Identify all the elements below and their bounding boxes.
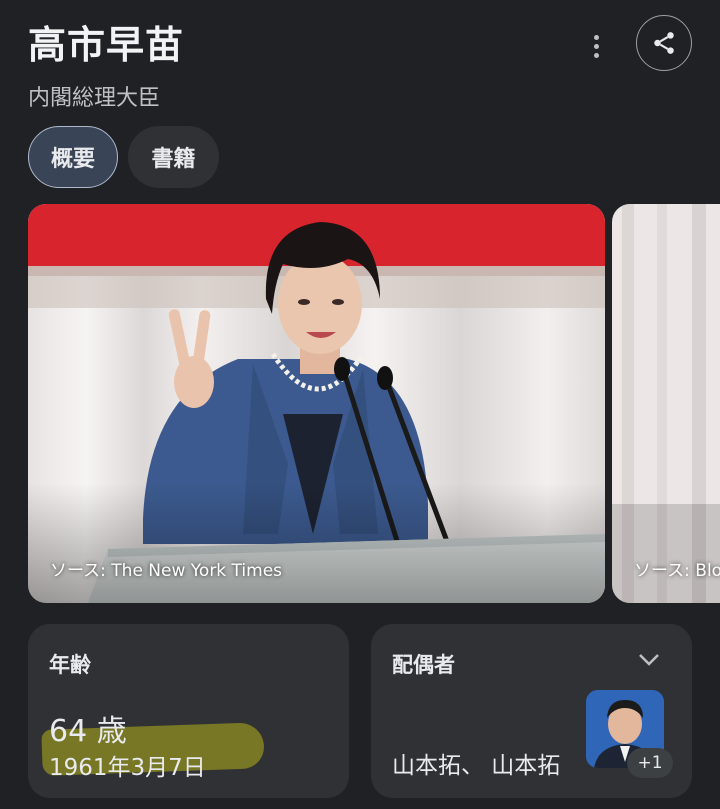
tab-books[interactable]: 書籍 xyxy=(128,126,219,188)
share-button[interactable] xyxy=(636,15,692,71)
spouse-card[interactable]: 配偶者 山本拓、 山本拓 +1 xyxy=(371,624,692,798)
image-source-label: ソース: The New York Times xyxy=(50,561,283,581)
tab-overview[interactable]: 概要 xyxy=(28,126,118,188)
dot xyxy=(593,52,599,58)
entity-title: 高市早苗 xyxy=(28,23,185,67)
age-card[interactable]: 年齢 64 歳 1961年3月7日 xyxy=(28,624,349,798)
spouse-label: 配偶者 xyxy=(392,653,455,677)
age-value: 64 歳 xyxy=(49,714,127,749)
secondary-photo[interactable]: ソース: Blo xyxy=(612,204,720,603)
age-label: 年齢 xyxy=(49,653,91,677)
main-photo[interactable]: ソース: The New York Times xyxy=(28,204,605,603)
image-source-label: ソース: Blo xyxy=(634,561,720,581)
photo-image xyxy=(612,204,720,603)
share-icon xyxy=(654,32,674,54)
birth-date: 1961年3月7日 xyxy=(49,755,206,781)
more-count-badge[interactable]: +1 xyxy=(627,748,673,778)
spouse-names[interactable]: 山本拓、 山本拓 xyxy=(392,746,560,780)
dot xyxy=(593,43,599,49)
entity-subtitle: 内閣総理大臣 xyxy=(28,86,161,111)
photo-image xyxy=(28,204,605,603)
dot xyxy=(593,34,599,40)
chevron-down-icon[interactable] xyxy=(637,652,661,668)
more-options-icon[interactable] xyxy=(578,24,614,68)
